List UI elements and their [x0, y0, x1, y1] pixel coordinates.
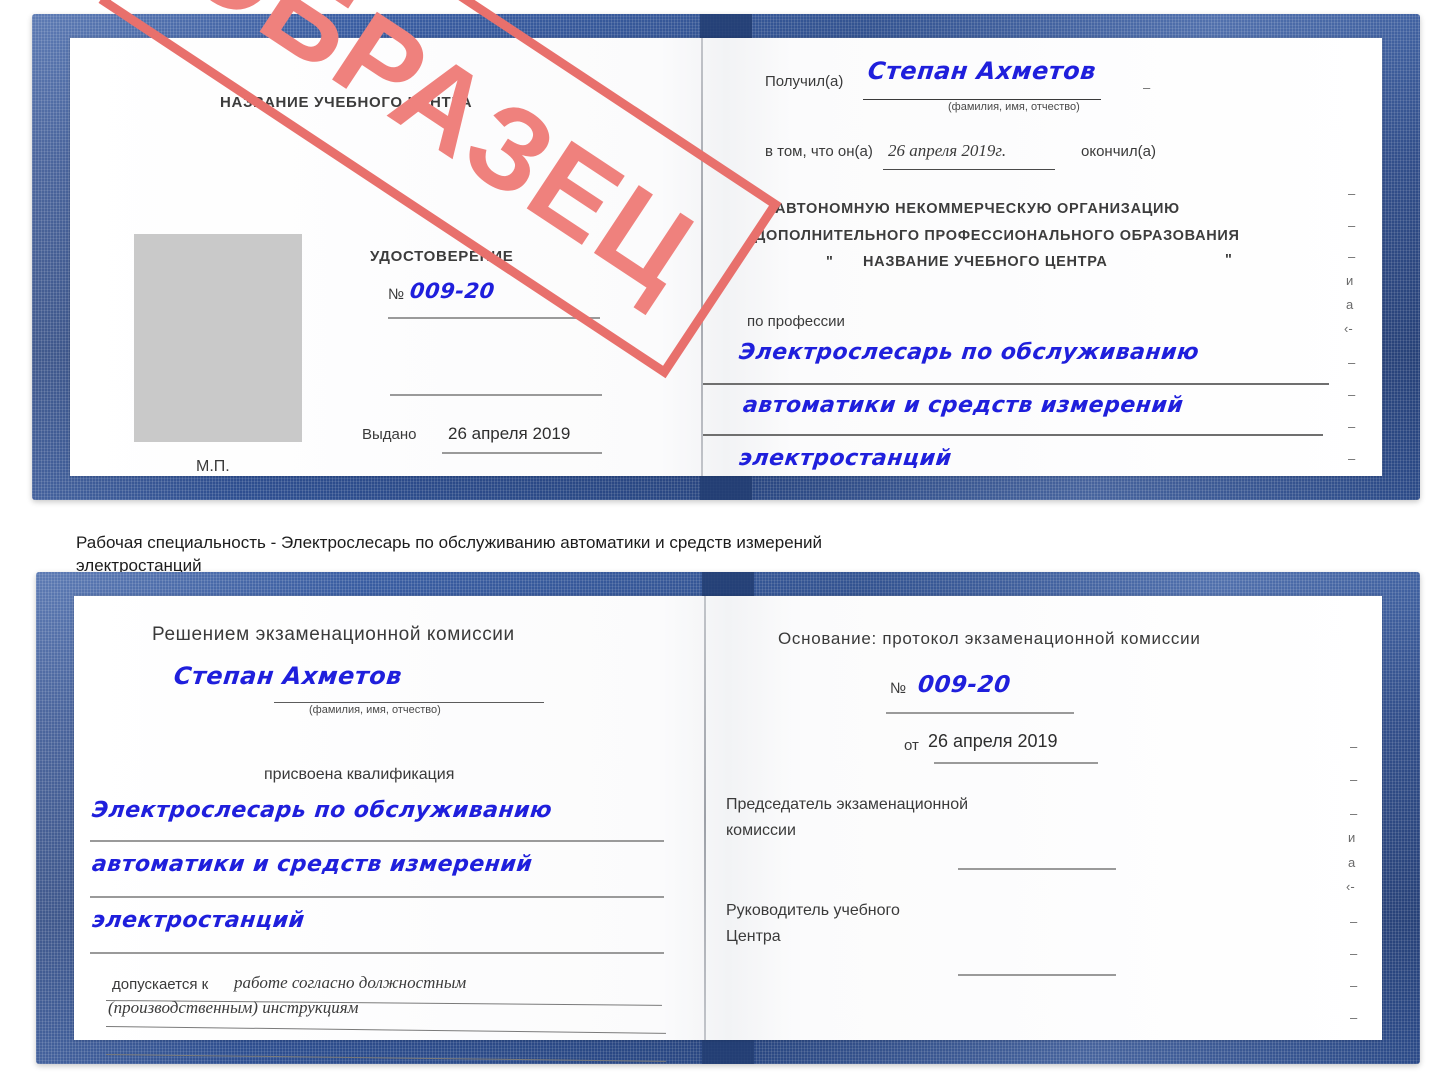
certificate-blank-rule	[390, 394, 602, 396]
edge-letter-a: а	[1346, 297, 1354, 312]
screenshot-root: НАЗВАНИЕ УЧЕБНОГО ЦЕНТРА УДОСТОВЕРЕНИЕ №…	[0, 0, 1448, 1085]
certificate-number-value: 009-20	[408, 279, 497, 303]
profession-line-3: электростанций	[737, 446, 953, 471]
certificate-bottom: Решением экзаменационной комиссии Степан…	[36, 572, 1420, 1064]
spine-notch-bottom	[700, 476, 752, 500]
admitted-label: допускается к	[112, 976, 209, 993]
holder-name-value: Степан Ахметов	[172, 662, 404, 690]
chairman-line-2: комиссии	[726, 822, 796, 839]
edge2-dash-3: –	[1350, 914, 1358, 929]
admitted-value-line-2: (производственным) инструкциям	[108, 998, 359, 1017]
qualification-rule-3	[90, 952, 664, 954]
profession-line-2: автоматики и средств измерений	[741, 393, 1185, 418]
profession-line-1: Электрослесарь по обслуживанию	[737, 340, 1201, 365]
edge-dash-4: –	[1348, 355, 1356, 370]
issued-label: Выдано	[362, 426, 417, 443]
qualification-line-2: автоматики и средств измерений	[90, 852, 534, 877]
head-line-2: Центра	[726, 928, 781, 945]
training-center-name: НАЗВАНИЕ УЧЕБНОГО ЦЕНТРА	[220, 94, 473, 111]
edge2-dash-5: –	[1350, 978, 1358, 993]
holder-name-rule	[274, 702, 544, 703]
org-quote-open: "	[826, 254, 834, 270]
fio-hint-bottom: (фамилия, имя, отчество)	[309, 704, 441, 716]
edge-dash-0: –	[1143, 80, 1151, 95]
page-right-bottom: Основание: протокол экзаменационной коми…	[706, 596, 1382, 1040]
edge-letter-i: и	[1346, 273, 1354, 288]
edge2-arrow: ‹-	[1346, 879, 1355, 894]
admitted-rule-2	[105, 1026, 666, 1034]
basis-label: Основание: протокол экзаменационной коми…	[778, 629, 1201, 648]
protocol-date-label: от	[904, 737, 919, 754]
qualification-rule-1	[90, 840, 664, 842]
edge-dash-5: –	[1348, 387, 1356, 402]
protocol-date-value: 26 апреля 2019	[928, 731, 1058, 751]
edge-dash-6: –	[1348, 419, 1356, 434]
certificate-number-label: №	[388, 286, 405, 303]
qualification-label: присвоена квалификация	[264, 766, 455, 783]
edge2-dash-6: –	[1350, 1010, 1358, 1025]
head-signature-rule	[958, 974, 1116, 976]
protocol-number-rule	[886, 712, 1074, 714]
that-he-label: в том, что он(а)	[765, 143, 873, 160]
certificate-title: УДОСТОВЕРЕНИЕ	[370, 248, 514, 265]
certificate-pages-top: НАЗВАНИЕ УЧЕБНОГО ЦЕНТРА УДОСТОВЕРЕНИЕ №…	[70, 38, 1382, 476]
edge2-letter-a: а	[1348, 855, 1356, 870]
caption-line-1: Рабочая специальность - Электрослесарь п…	[76, 533, 823, 552]
qualification-rule-2	[90, 896, 664, 898]
spine-notch-top	[700, 14, 752, 38]
caption-text: Рабочая специальность - Электрослесарь п…	[76, 532, 1136, 578]
issued-rule	[442, 452, 602, 454]
received-value: Степан Ахметов	[866, 57, 1098, 85]
received-rule	[863, 99, 1101, 100]
edge2-dash-4: –	[1350, 946, 1358, 961]
chairman-signature-rule	[958, 868, 1116, 870]
certificate-top: НАЗВАНИЕ УЧЕБНОГО ЦЕНТРА УДОСТОВЕРЕНИЕ №…	[32, 0, 1420, 500]
edge-dash-3: –	[1348, 249, 1356, 264]
chairman-line-1: Председатель экзаменационной	[726, 796, 969, 813]
edge-dash-7: –	[1348, 451, 1356, 466]
edge2-dash-2: –	[1350, 806, 1358, 821]
org-quote-close: "	[1225, 252, 1233, 268]
edge2-dash-1: –	[1350, 772, 1358, 787]
protocol-number-value: 009-20	[916, 672, 1012, 698]
edge-dash-2: –	[1348, 218, 1356, 233]
org-line-2: ДОПОЛНИТЕЛЬНОГО ПРОФЕССИОНАЛЬНОГО ОБРАЗО…	[755, 228, 1240, 244]
page-right-top: Получил(а) Степан Ахметов (фамилия, имя,…	[703, 38, 1382, 476]
seal-place-label: М.П.	[196, 458, 230, 475]
edge2-letter-i: и	[1348, 830, 1356, 845]
protocol-date-rule	[934, 762, 1098, 764]
edge-dash-1: –	[1348, 186, 1356, 201]
fio-hint-top: (фамилия, имя, отчество)	[948, 101, 1080, 113]
certificate-number-rule	[388, 317, 600, 319]
org-line-3: НАЗВАНИЕ УЧЕБНОГО ЦЕНТРА	[863, 254, 1108, 270]
spine-notch-top-2	[702, 572, 754, 596]
commission-decision-heading: Решением экзаменационной комиссии	[152, 624, 515, 645]
edge2-dash-0: –	[1350, 739, 1358, 754]
finished-label: окончил(а)	[1081, 143, 1156, 160]
that-he-rule	[883, 169, 1055, 170]
profession-rule-1	[703, 383, 1329, 385]
page-left-top: НАЗВАНИЕ УЧЕБНОГО ЦЕНТРА УДОСТОВЕРЕНИЕ №…	[70, 38, 701, 476]
issued-value: 26 апреля 2019	[448, 424, 571, 443]
profession-label: по профессии	[747, 313, 845, 330]
edge-arrow: ‹-	[1344, 321, 1353, 336]
that-he-value: 26 апреля 2019г.	[888, 141, 1007, 160]
photo-placeholder	[134, 234, 302, 442]
qualification-line-1: Электрослесарь по обслуживанию	[90, 798, 554, 823]
qualification-line-3: электростанций	[90, 908, 306, 933]
admitted-value-line-1: работе согласно должностным	[234, 973, 467, 992]
spine-notch-bottom-2	[702, 1040, 754, 1064]
head-line-1: Руководитель учебного	[726, 902, 900, 919]
profession-rule-2	[703, 434, 1323, 436]
received-label: Получил(а)	[765, 73, 844, 90]
page-left-bottom: Решением экзаменационной комиссии Степан…	[74, 596, 704, 1062]
certificate-pages-bottom: Решением экзаменационной комиссии Степан…	[74, 596, 1382, 1062]
protocol-number-label: №	[890, 680, 907, 697]
org-line-1: АВТОНОМНУЮ НЕКОММЕРЧЕСКУЮ ОРГАНИЗАЦИЮ	[775, 201, 1180, 217]
